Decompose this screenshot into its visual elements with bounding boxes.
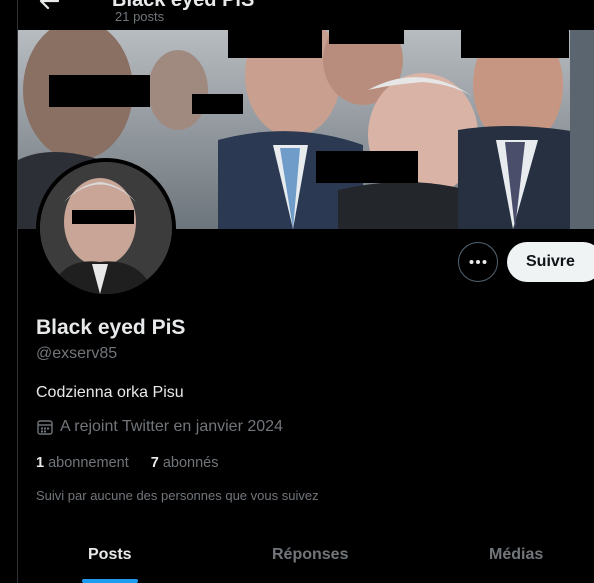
user-bio: Codzienna orka Pisu (36, 384, 184, 401)
more-options-icon (469, 260, 487, 264)
avatar[interactable] (36, 158, 176, 298)
active-tab-indicator (82, 579, 138, 583)
followers-link[interactable]: 7 abonnés (151, 455, 219, 471)
user-handle: @exserv85 (36, 345, 118, 362)
tab-media[interactable]: Médias (489, 546, 543, 564)
post-count: 21 posts (115, 9, 165, 24)
join-date: A rejoint Twitter en janvier 2024 (36, 418, 283, 436)
join-date-text: A rejoint Twitter en janvier 2024 (60, 418, 283, 435)
follow-stats: 1 abonnement 7 abonnés (36, 455, 240, 471)
profile-header-bar: Black eyed PiS 21 posts (18, 0, 594, 30)
avatar-photo (40, 162, 172, 294)
display-name: Black eyed PiS (36, 316, 186, 339)
back-arrow-icon[interactable] (38, 0, 60, 10)
following-link[interactable]: 1 abonnement (36, 455, 129, 471)
follow-button[interactable]: Suivre (507, 242, 594, 282)
followed-by-text: Suivi par aucune des personnes que vous … (36, 488, 319, 503)
tab-replies[interactable]: Réponses (272, 546, 348, 564)
following-count: 1 (36, 455, 45, 471)
calendar-icon (37, 420, 53, 435)
tab-posts[interactable]: Posts (88, 546, 132, 564)
following-label: abonnement (48, 455, 129, 471)
followers-count: 7 (150, 455, 159, 471)
followers-label: abonnés (162, 455, 219, 471)
more-options-button[interactable] (458, 242, 498, 282)
